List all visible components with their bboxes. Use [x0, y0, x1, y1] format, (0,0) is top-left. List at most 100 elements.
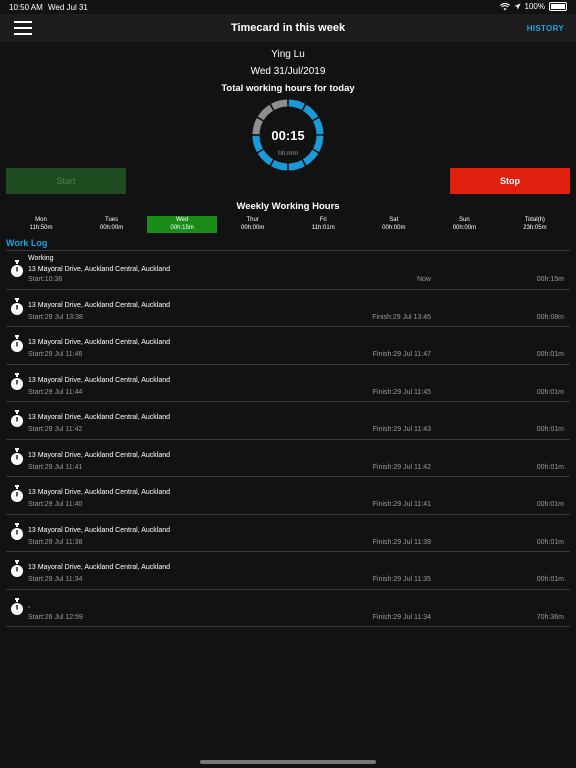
status-date: Wed Jul 31: [48, 3, 88, 12]
day-sun[interactable]: Sun 00h:00m: [429, 216, 499, 233]
day-total: Total(h) 23h:05m: [500, 216, 570, 233]
entry-finish: Finish:29 Jul 11:42: [372, 463, 431, 471]
day-hours: 11h:01m: [311, 224, 335, 231]
entry-finish: Finish:29 Jul 11:43: [372, 426, 431, 433]
list-item[interactable]: 13 Mayoral Drive, Auckland Central, Auck…: [6, 327, 570, 365]
list-item[interactable]: 13 Mayoral Drive, Auckland Central, Auck…: [6, 365, 570, 402]
entry-address: 13 Mayoral Drive, Auckland Central, Auck…: [28, 266, 171, 273]
entry-address: 13 Mayoral Drive, Auckland Central, Auck…: [28, 451, 171, 459]
ring-segment: [271, 159, 288, 171]
stopwatch-icon: [11, 410, 23, 427]
stopwatch-icon: [11, 447, 23, 465]
divider: [6, 250, 570, 251]
day-mon[interactable]: Mon 11h:50m: [6, 216, 76, 233]
entry-address: ,: [28, 601, 30, 609]
stopwatch-icon: [11, 372, 23, 390]
entry-start: Start:29 Jul 11:42: [28, 426, 83, 433]
entry-address: 13 Mayoral Drive, Auckland Central, Auck…: [28, 564, 171, 571]
entry-duration: 00h:15m: [536, 276, 564, 283]
stopwatch-icon: [11, 597, 23, 615]
day-name: Fri: [319, 217, 327, 223]
battery-icon: [549, 2, 567, 11]
entry-duration: 00h:01m: [536, 576, 564, 583]
day-hours: 00h:00m: [99, 224, 124, 231]
day-name: Sun: [459, 217, 470, 223]
ring-segment: [271, 99, 288, 111]
ring-segment: [257, 104, 274, 121]
list-item[interactable]: 13 Mayoral Drive, Auckland Central, Auck…: [6, 402, 570, 440]
entry-start: Start:29 Jul 11:38: [28, 538, 83, 546]
entry-start: Start:10:36: [28, 276, 63, 283]
entry-start: Start:29 Jul 11:34: [28, 576, 83, 583]
stopwatch-icon: [11, 297, 23, 315]
list-item[interactable]: Working 13 Mayoral Drive, Auckland Centr…: [6, 252, 570, 290]
weekly-days: Mon 11h:50m Tues 00h:00m Wed 00h:15m Thur 00…: [6, 216, 570, 233]
entry-start: Start:29 Jul 11:46: [28, 351, 83, 358]
today-total-title: Total working hours for today: [221, 83, 355, 94]
list-item[interactable]: 13 Mayoral Drive, Auckland Central, Auck…: [6, 290, 570, 327]
day-name: Total(h): [524, 217, 545, 223]
status-time: 10:50 AM: [9, 3, 43, 12]
stopwatch-icon: [11, 485, 23, 502]
day-fri[interactable]: Fri 11h:01m: [288, 216, 358, 233]
day-wed[interactable]: Wed 00h:15m: [147, 216, 218, 233]
ring-segment: [288, 159, 305, 171]
list-item[interactable]: 13 Mayoral Drive, Auckland Central, Auck…: [6, 552, 570, 590]
location-arrow-icon: [514, 3, 521, 10]
entry-duration: 00h:08m: [536, 313, 564, 321]
entry-address: 13 Mayoral Drive, Auckland Central, Auck…: [28, 489, 171, 496]
stopwatch-icon: [11, 560, 23, 577]
entry-duration: 00h:01m: [536, 426, 564, 433]
battery-percent: 100%: [524, 2, 545, 11]
entry-finish: Finish:29 Jul 11:45: [372, 388, 431, 396]
status-bar: 10:50 AM Wed Jul 31 100%: [0, 0, 576, 14]
entry-finish: Finish:29 Jul 11:41: [372, 501, 431, 508]
day-hours: 00h:00m: [382, 224, 406, 231]
ring-segment: [302, 104, 319, 121]
current-date: Wed 31/Jul/2019: [250, 66, 326, 77]
weekly-title: Weekly Working Hours: [236, 201, 340, 212]
user-name: Ying Lu: [271, 49, 305, 60]
entry-address: 13 Mayoral Drive, Auckland Central, Auck…: [28, 414, 171, 421]
list-item[interactable]: 13 Mayoral Drive, Auckland Central, Auck…: [6, 440, 570, 477]
day-name: Sat: [389, 217, 399, 223]
entry-start: Start:29 Jul 11:40: [28, 501, 83, 508]
day-hours: 23h:05m: [523, 224, 547, 231]
entry-finish: Finish:29 Jul 11:47: [372, 351, 431, 358]
list-item[interactable]: , Start:26 Jul 12:59 Finish:29 Jul 11:34…: [6, 590, 570, 627]
start-button[interactable]: Start: [6, 168, 126, 194]
history-button[interactable]: HISTORY: [527, 24, 564, 33]
day-thur[interactable]: Thur 00h:00m: [218, 216, 288, 233]
entry-duration: 00h:01m: [536, 463, 564, 471]
entry-address: 13 Mayoral Drive, Auckland Central, Auck…: [28, 526, 171, 534]
list-item[interactable]: 13 Mayoral Drive, Auckland Central, Auck…: [6, 477, 570, 515]
entry-duration: 00h:01m: [536, 538, 564, 546]
entry-finish: Now: [416, 276, 431, 283]
nav-bar: Timecard in this week HISTORY: [0, 14, 576, 42]
entry-status: Working: [28, 255, 54, 262]
day-name: Thur: [246, 217, 259, 223]
day-sat[interactable]: Sat 00h:00m: [359, 216, 429, 233]
stopwatch-icon: [11, 522, 23, 540]
day-name: Tues: [105, 217, 119, 223]
entry-finish: Finish:29 Jul 11:35: [372, 576, 431, 583]
entry-duration: 00h:01m: [536, 388, 564, 396]
entry-address: 13 Mayoral Drive, Auckland Central, Auck…: [28, 339, 171, 346]
entry-address: 13 Mayoral Drive, Auckland Central, Auck…: [28, 301, 171, 309]
status-right: 100%: [499, 2, 567, 11]
day-hours: 00h:00m: [241, 224, 265, 231]
entry-finish: Finish:29 Jul 13:45: [372, 313, 431, 321]
list-item[interactable]: 13 Mayoral Drive, Auckland Central, Auck…: [6, 515, 570, 552]
page-title: Timecard in this week: [230, 22, 346, 34]
day-tues[interactable]: Tues 00h:00m: [77, 216, 147, 233]
stop-button[interactable]: Stop: [450, 168, 570, 194]
entry-duration: 00h:01m: [536, 501, 564, 508]
day-hours: 11h:50m: [29, 224, 53, 231]
day-hours: 00h:15m: [170, 224, 194, 231]
home-indicator[interactable]: [200, 760, 376, 764]
entry-finish: Finish:29 Jul 11:34: [372, 613, 431, 621]
wifi-icon: [499, 2, 510, 10]
entry-finish: Finish:29 Jul 11:39: [372, 538, 431, 546]
entry-start: Start:29 Jul 11:44: [28, 388, 83, 396]
stopwatch-icon: [11, 335, 23, 352]
